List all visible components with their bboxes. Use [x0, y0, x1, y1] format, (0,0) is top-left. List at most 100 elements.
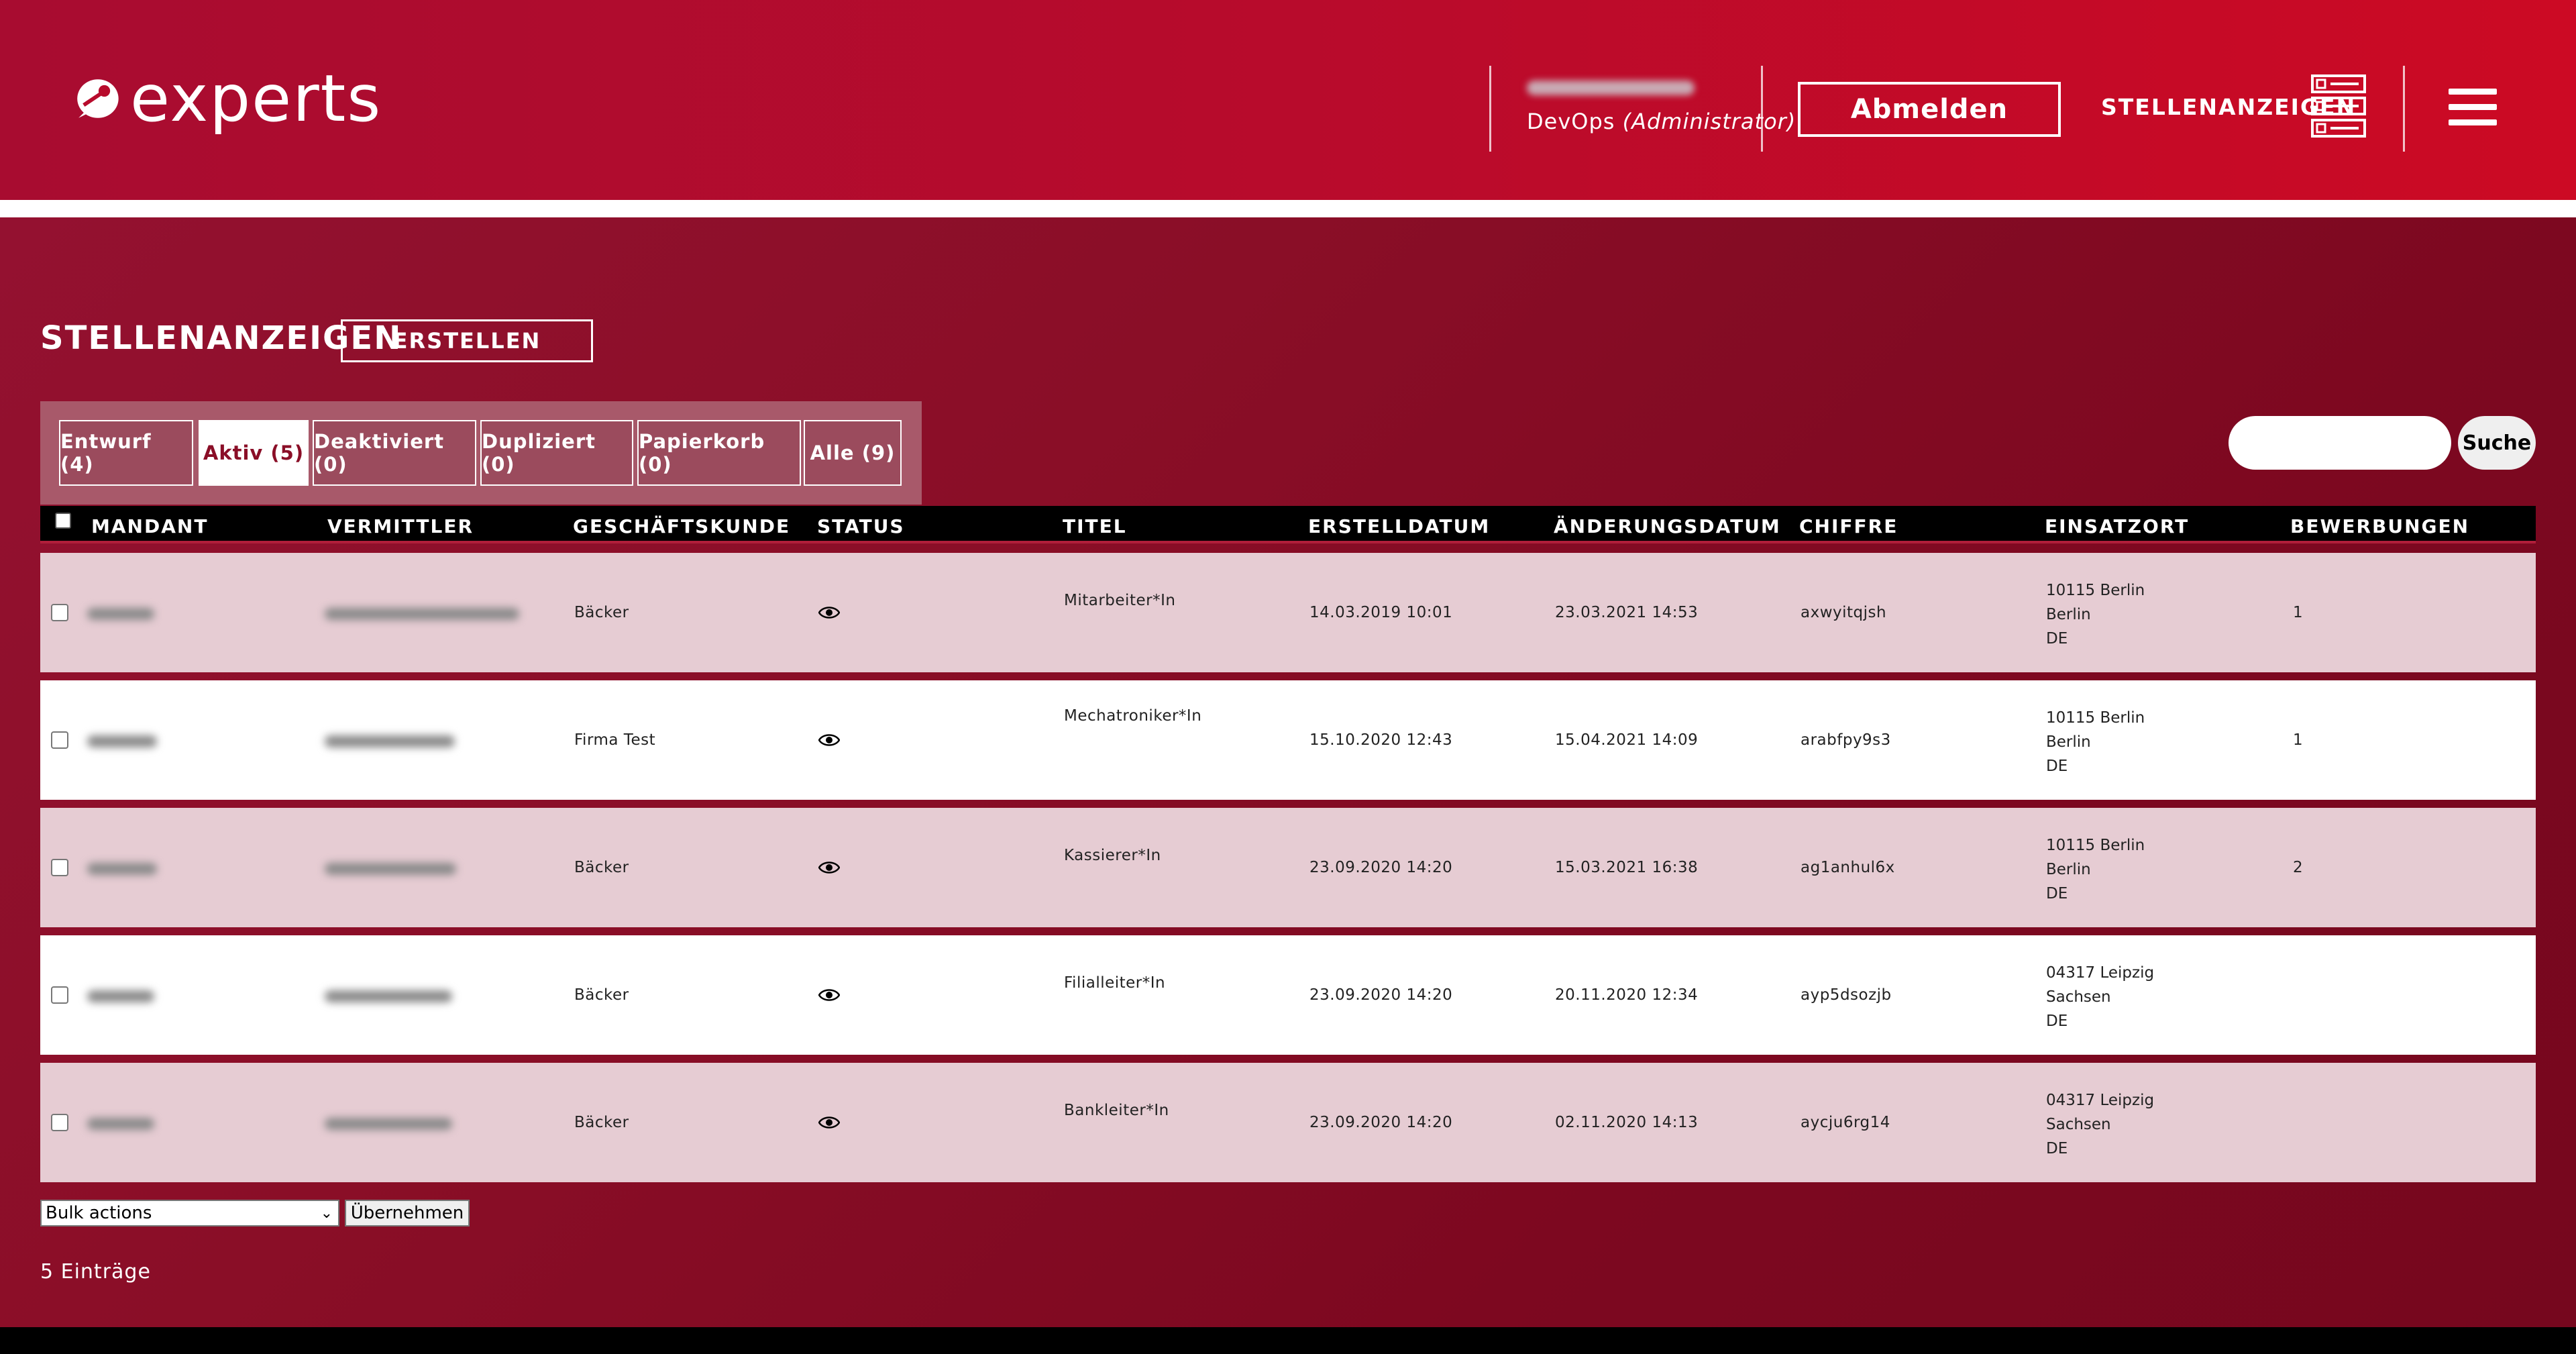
col-bewerbungen[interactable]: BEWERBUNGEN [2290, 515, 2469, 537]
mandant-redacted [87, 1118, 154, 1130]
cell-kunde: Firma Test [574, 731, 656, 749]
tab-alle[interactable]: Alle (9) [804, 420, 902, 486]
ort-bundesland: Sachsen [2046, 988, 2111, 1006]
col-vermittler[interactable]: VERMITTLER [327, 515, 474, 537]
cell-kunde: Bäcker [574, 1114, 629, 1131]
user-role: DevOps (Administrator) [1503, 109, 1795, 134]
logo-icon [77, 79, 119, 118]
cell-chiffre: axwyitqjsh [1801, 604, 1887, 621]
tab-entwurf[interactable]: Entwurf (4) [59, 420, 193, 486]
cell-kunde: Bäcker [574, 604, 629, 621]
cell-bewerbungen: 2 [2293, 859, 2304, 876]
cell-aenderungsdatum: 23.03.2021 14:53 [1555, 604, 1699, 621]
table-row[interactable]: Bäcker Mitarbeiter*In 14.03.2019 10:01 2… [40, 553, 2536, 672]
cell-titel[interactable]: Mechatroniker*In [1064, 707, 1201, 725]
cell-bewerbungen: 1 [2293, 604, 2304, 621]
col-titel[interactable]: TITEL [1063, 515, 1127, 537]
search-button[interactable]: Suche [2458, 416, 2536, 470]
cell-einsatzort: 10115 Berlin Berlin DE [2046, 833, 2145, 906]
col-mandant[interactable]: MANDANT [91, 515, 208, 537]
row-checkbox[interactable] [51, 986, 68, 1004]
bulk-actions-select[interactable]: Bulk actions ⌄ [40, 1200, 339, 1227]
vermittler-redacted [325, 608, 519, 620]
cell-chiffre: aycju6rg14 [1801, 1114, 1890, 1131]
vermittler-redacted [325, 1118, 452, 1130]
user-name-redacted [1527, 81, 1695, 95]
entries-count: 5 Einträge [40, 1260, 151, 1284]
cell-aenderungsdatum: 15.03.2021 16:38 [1555, 859, 1699, 876]
status-tabs: Entwurf (4) Aktiv (5) Deaktiviert (0) Du… [40, 401, 922, 505]
user-role-type: (Administrator) [1622, 109, 1796, 134]
tab-deaktiviert[interactable]: Deaktiviert (0) [313, 420, 476, 486]
ort-plz-stadt: 10115 Berlin [2046, 582, 2145, 599]
cell-erstelldatum: 23.09.2020 14:20 [1309, 1114, 1453, 1131]
list-checks-icon[interactable] [2310, 74, 2367, 138]
row-checkbox[interactable] [51, 731, 68, 749]
cell-titel[interactable]: Mitarbeiter*In [1064, 592, 1175, 609]
ort-land: DE [2046, 630, 2068, 647]
table-row[interactable]: Bäcker Bankleiter*In 23.09.2020 14:20 02… [40, 1063, 2536, 1182]
cell-aenderungsdatum: 20.11.2020 12:34 [1555, 986, 1699, 1004]
col-erstelldatum[interactable]: ERSTELLDATUM [1308, 515, 1490, 537]
cell-kunde: Bäcker [574, 986, 629, 1004]
tab-dupliziert[interactable]: Dupliziert (0) [480, 420, 633, 486]
mandant-redacted [87, 608, 154, 620]
tab-aktiv[interactable]: Aktiv (5) [199, 420, 309, 486]
hamburger-icon[interactable] [2449, 89, 2497, 127]
cell-bewerbungen: 1 [2293, 731, 2304, 749]
cell-titel[interactable]: Kassierer*In [1064, 847, 1161, 864]
header-strip [0, 200, 2576, 217]
tab-papierkorb[interactable]: Papierkorb (0) [637, 420, 801, 486]
cell-titel[interactable]: Bankleiter*In [1064, 1102, 1169, 1119]
logo[interactable]: experts [64, 62, 382, 136]
cell-kunde: Bäcker [574, 859, 629, 876]
select-all-checkbox[interactable] [55, 513, 71, 529]
search-input[interactable] [2229, 416, 2451, 470]
ort-bundesland: Sachsen [2046, 1116, 2111, 1133]
eye-icon[interactable] [818, 988, 840, 1002]
create-button[interactable]: ERSTELLEN [341, 319, 593, 362]
eye-icon[interactable] [818, 733, 840, 747]
mandant-redacted [87, 735, 157, 747]
cell-aenderungsdatum: 02.11.2020 14:13 [1555, 1114, 1699, 1131]
col-geschaeftskunde[interactable]: GESCHÄFTSKUNDE [573, 515, 790, 537]
ort-bundesland: Berlin [2046, 733, 2091, 751]
ort-land: DE [2046, 758, 2068, 775]
table-row[interactable]: Firma Test Mechatroniker*In 15.10.2020 1… [40, 680, 2536, 800]
cell-einsatzort: 10115 Berlin Berlin DE [2046, 706, 2145, 778]
cell-chiffre: arabfpy9s3 [1801, 731, 1891, 749]
row-checkbox[interactable] [51, 859, 68, 876]
cell-aenderungsdatum: 15.04.2021 14:09 [1555, 731, 1699, 749]
col-chiffre[interactable]: CHIFFRE [1799, 515, 1898, 537]
cell-chiffre: ayp5dsozjb [1801, 986, 1892, 1004]
cell-einsatzort: 10115 Berlin Berlin DE [2046, 578, 2145, 651]
ort-plz-stadt: 10115 Berlin [2046, 709, 2145, 727]
cell-chiffre: ag1anhul6x [1801, 859, 1895, 876]
cell-titel[interactable]: Filialleiter*In [1064, 974, 1165, 992]
main-content: STELLENANZEIGEN ERSTELLEN Entwurf (4) Ak… [0, 217, 2576, 1327]
user-info: DevOps (Administrator) [1503, 81, 1795, 134]
eye-icon[interactable] [818, 605, 840, 620]
col-aenderungsdatum[interactable]: ÄNDERUNGSDATUM [1554, 515, 1781, 537]
cell-erstelldatum: 23.09.2020 14:20 [1309, 859, 1453, 876]
col-einsatzort[interactable]: EINSATZORT [2045, 515, 2189, 537]
ort-land: DE [2046, 885, 2068, 902]
header-divider [1489, 66, 1491, 152]
row-checkbox[interactable] [51, 1114, 68, 1131]
table-row[interactable]: Bäcker Kassierer*In 23.09.2020 14:20 15.… [40, 808, 2536, 927]
ort-bundesland: Berlin [2046, 861, 2091, 878]
cell-erstelldatum: 14.03.2019 10:01 [1309, 604, 1453, 621]
ort-plz-stadt: 10115 Berlin [2046, 837, 2145, 854]
cell-einsatzort: 04317 Leipzig Sachsen DE [2046, 961, 2154, 1033]
eye-icon[interactable] [818, 860, 840, 875]
col-status[interactable]: STATUS [817, 515, 905, 537]
ort-land: DE [2046, 1140, 2068, 1157]
vermittler-redacted [325, 863, 456, 875]
row-checkbox[interactable] [51, 604, 68, 621]
logout-button[interactable]: Abmelden [1798, 82, 2061, 137]
header: experts DevOps (Administrator) Abmelden … [0, 0, 2576, 200]
ort-land: DE [2046, 1012, 2068, 1030]
apply-button[interactable]: Übernehmen [345, 1200, 470, 1227]
eye-icon[interactable] [818, 1115, 840, 1130]
table-row[interactable]: Bäcker Filialleiter*In 23.09.2020 14:20 … [40, 935, 2536, 1055]
